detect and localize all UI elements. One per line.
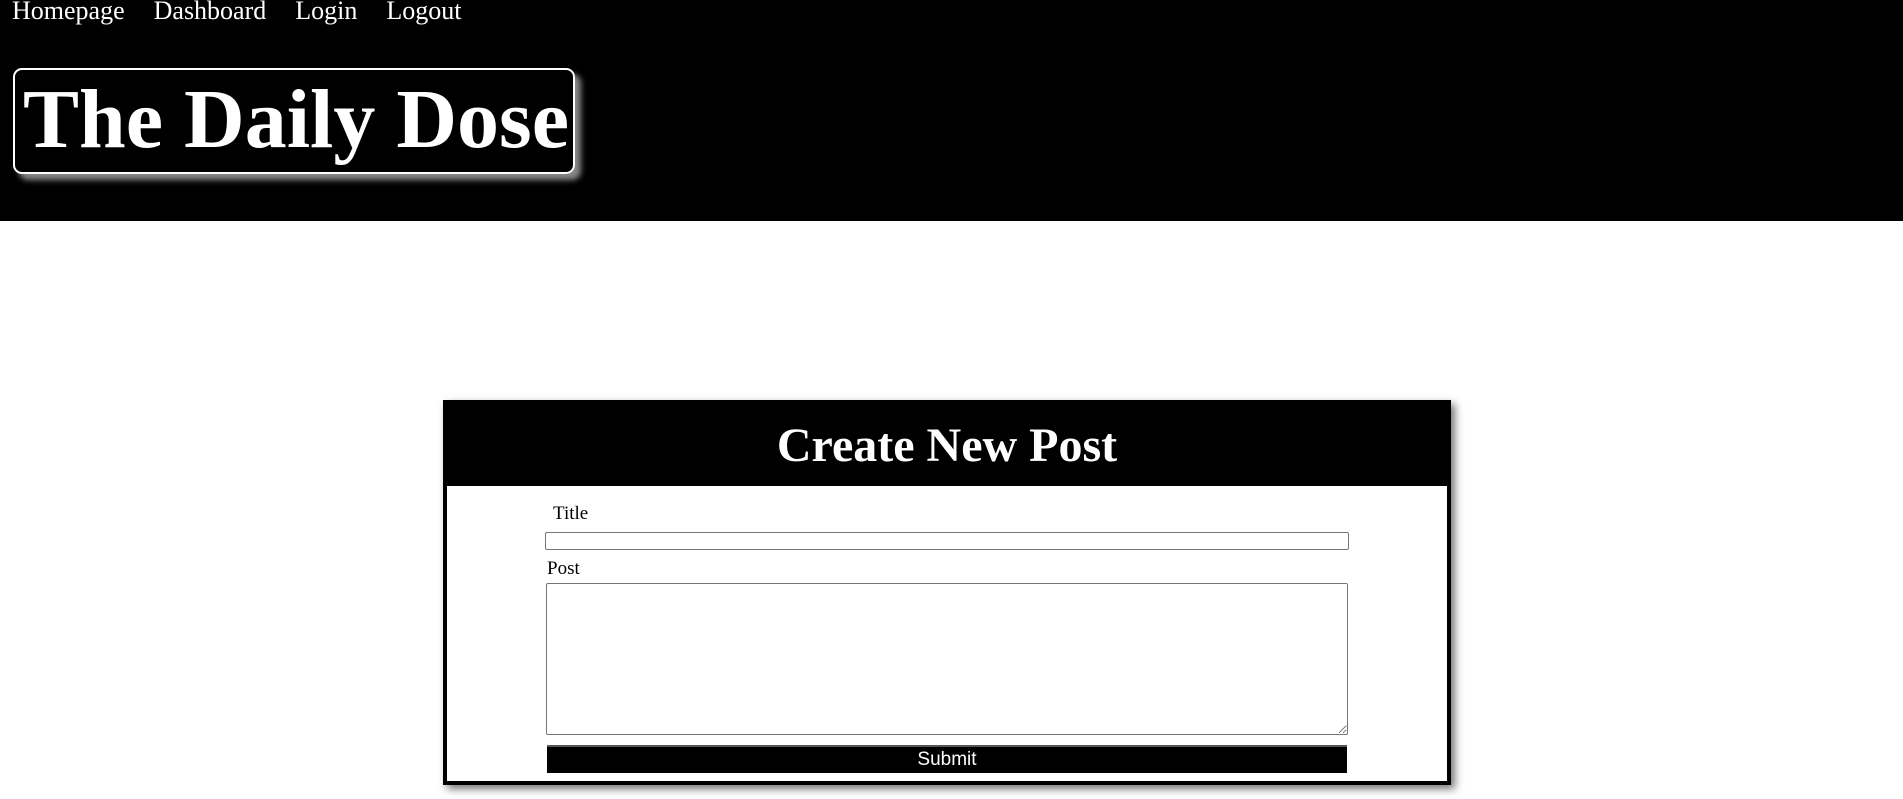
create-post-card: Create New Post Title Post Submit (443, 400, 1451, 785)
nav-login[interactable]: Login (295, 0, 357, 26)
main-nav: Homepage Dashboard Login Logout (12, 0, 461, 26)
nav-homepage[interactable]: Homepage (12, 0, 125, 26)
submit-button[interactable]: Submit (547, 745, 1347, 773)
card-header: Create New Post (447, 404, 1447, 486)
site-logo: The Daily Dose (13, 68, 575, 174)
nav-dashboard[interactable]: Dashboard (154, 0, 267, 26)
title-label: Title (553, 503, 589, 524)
nav-logout[interactable]: Logout (386, 0, 461, 26)
site-header: Homepage Dashboard Login Logout The Dail… (0, 0, 1903, 221)
post-textarea[interactable] (546, 583, 1348, 735)
title-input[interactable] (545, 532, 1349, 550)
form-heading: Create New Post (776, 418, 1118, 472)
post-label: Post (547, 558, 580, 579)
site-title: The Daily Dose (23, 73, 569, 166)
